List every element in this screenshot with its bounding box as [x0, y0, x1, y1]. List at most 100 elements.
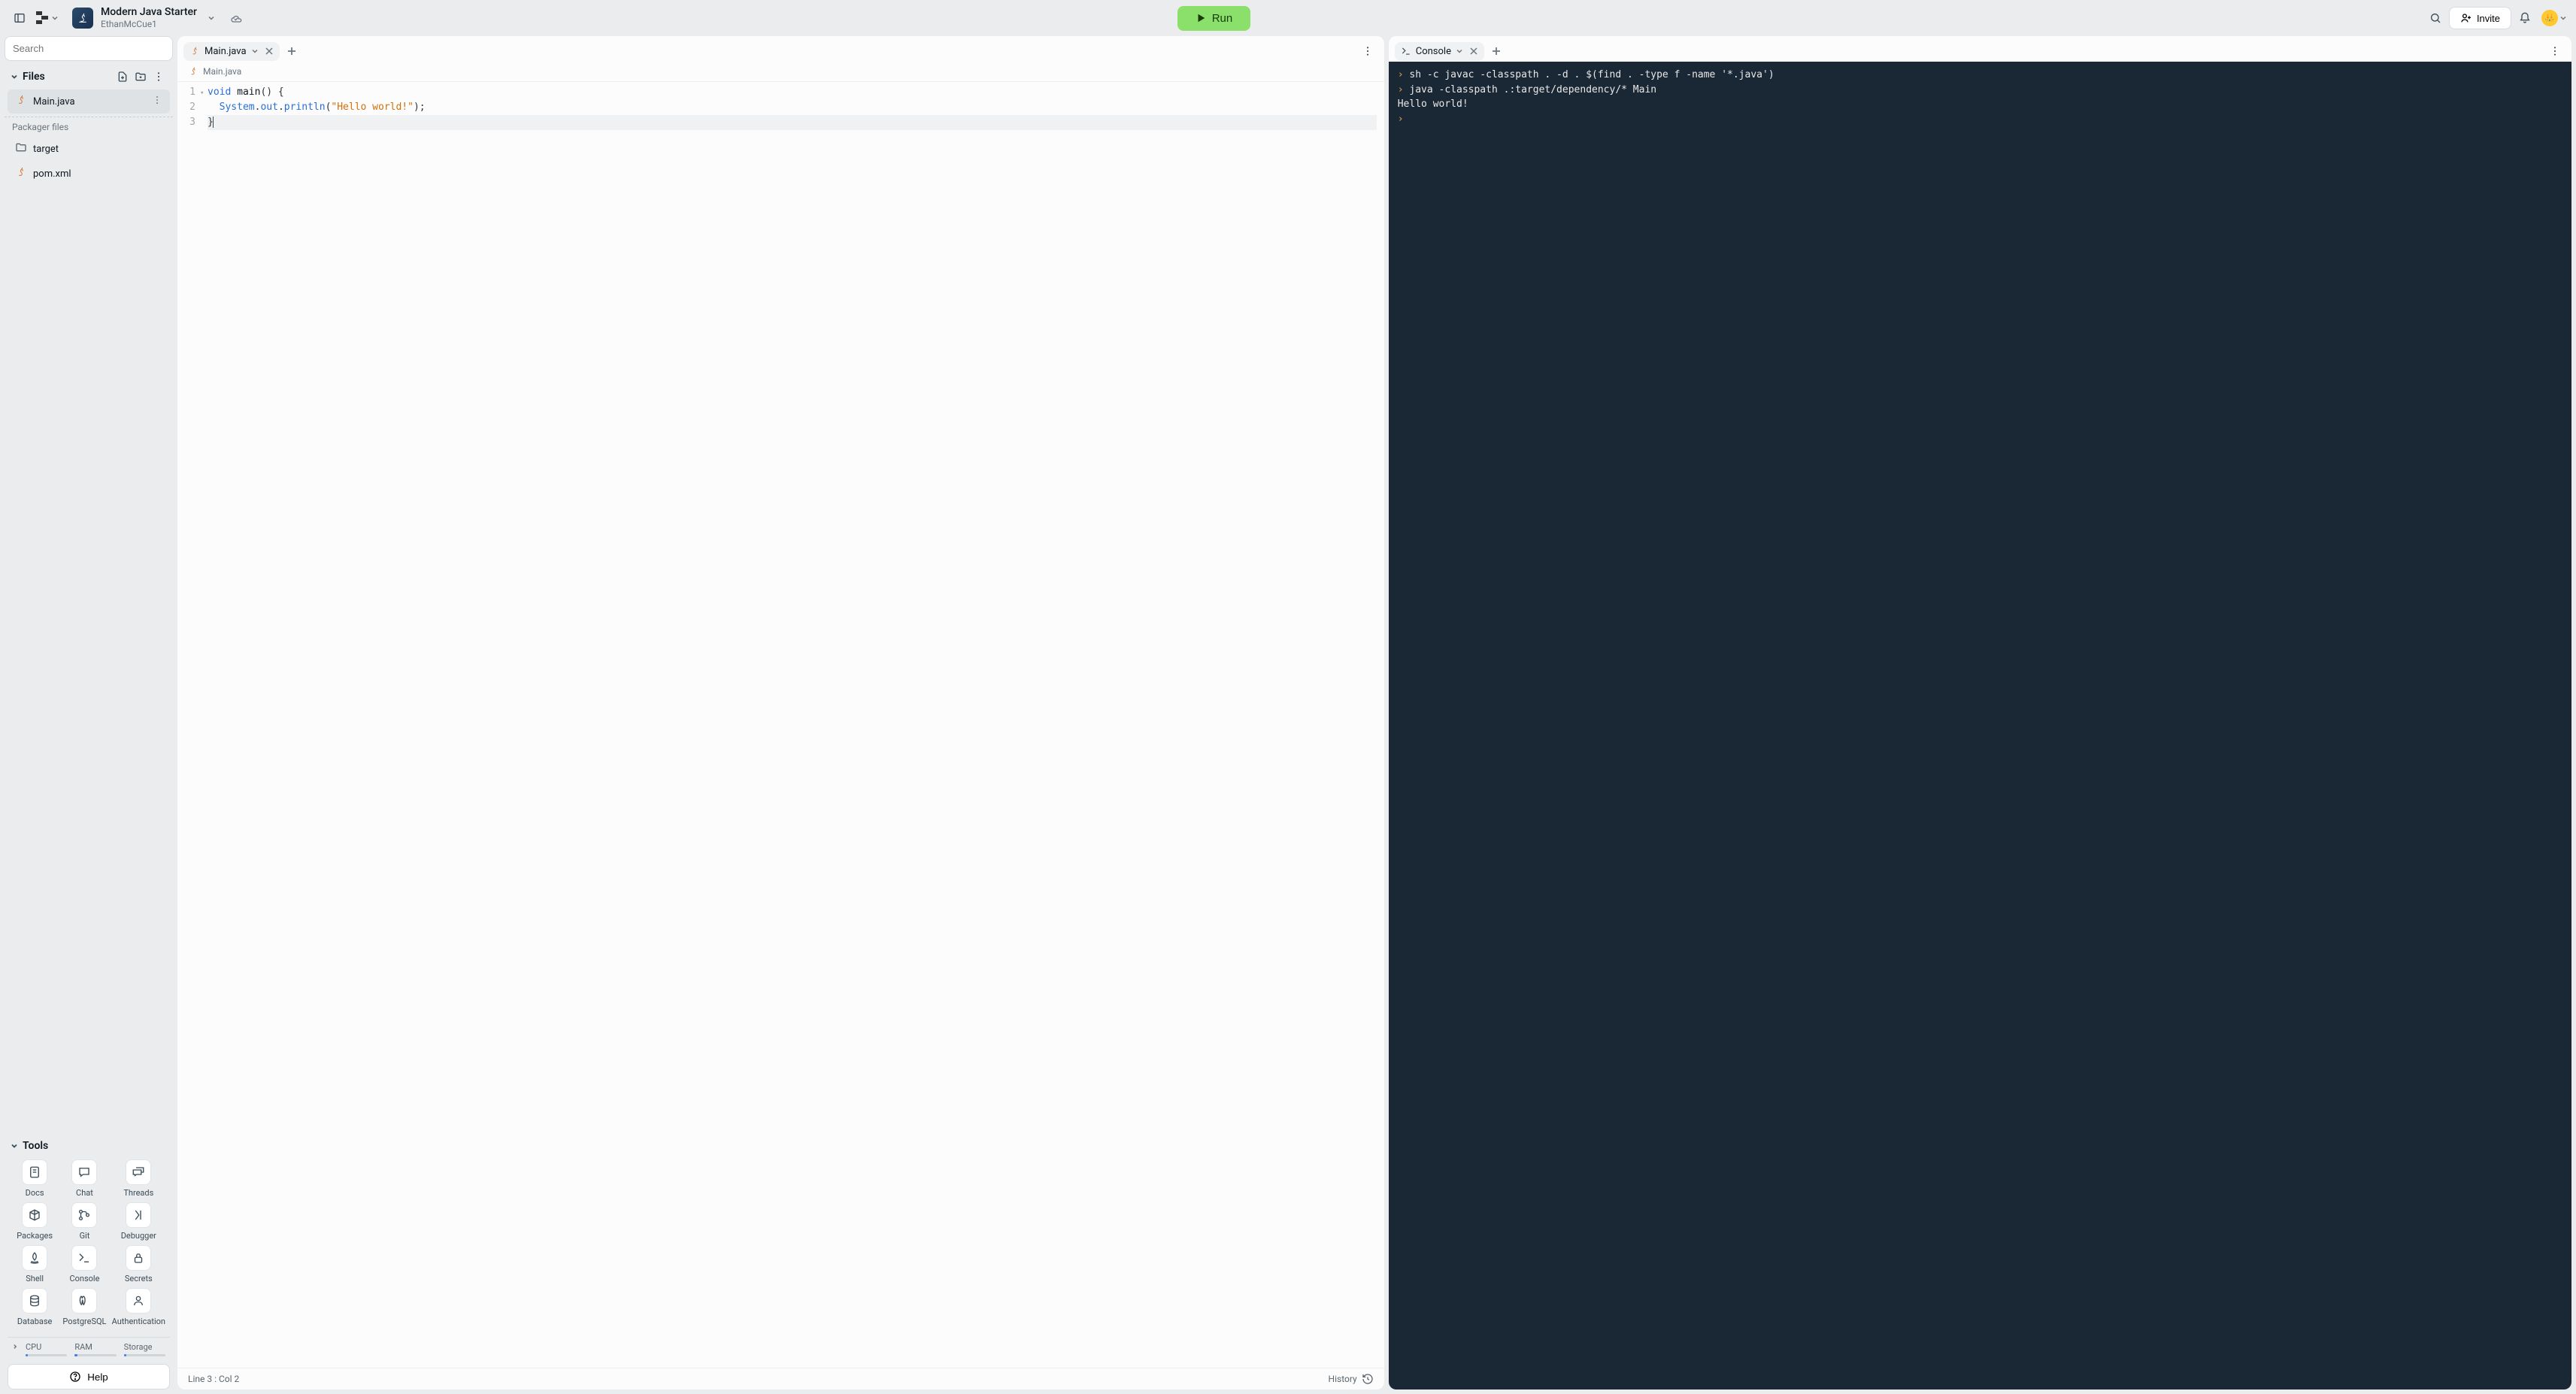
tool-label: Console — [69, 1274, 99, 1283]
java-file-icon — [189, 46, 200, 56]
files-more-button[interactable] — [150, 68, 167, 85]
tool-label: Shell — [26, 1274, 44, 1283]
app-logo[interactable] — [36, 11, 59, 25]
resource-storage: Storage — [124, 1342, 165, 1356]
code-line[interactable]: } — [208, 115, 1377, 130]
java-file-icon — [15, 94, 27, 106]
project-selector[interactable]: Modern Java Starter EthanMcCue1 — [72, 6, 215, 29]
history-icon — [1362, 1373, 1374, 1385]
tool-debugger[interactable]: Debugger — [112, 1202, 165, 1241]
sidebar-search[interactable] — [5, 36, 173, 61]
help-label: Help — [87, 1371, 108, 1383]
tool-docs[interactable]: Docs — [12, 1159, 57, 1198]
more-vertical-icon — [1362, 45, 1374, 57]
console-icon — [71, 1245, 97, 1271]
file-item[interactable]: Main.java — [8, 89, 170, 114]
editor-tab[interactable]: Main.java — [183, 42, 280, 61]
postgresql-icon — [71, 1288, 97, 1314]
user-avatar-icon: 👑 — [2541, 10, 2558, 26]
console-more-button[interactable] — [2544, 41, 2565, 62]
chevron-right-icon — [12, 1344, 18, 1350]
tool-secrets[interactable]: Secrets — [112, 1245, 165, 1283]
tool-auth[interactable]: Authentication — [112, 1288, 165, 1326]
tool-packages[interactable]: Packages — [12, 1202, 57, 1241]
search-button[interactable] — [2425, 8, 2446, 29]
files-section: Files Main.java Packager files targetpom… — [5, 64, 173, 186]
new-tab-button[interactable] — [283, 42, 301, 60]
play-icon — [1196, 13, 1206, 23]
breadcrumb[interactable]: Main.java — [177, 62, 1384, 82]
tool-label: Chat — [76, 1188, 93, 1198]
java-file-icon — [188, 66, 199, 77]
new-folder-button[interactable] — [132, 68, 149, 85]
sidebar: Files Main.java Packager files targetpom… — [5, 36, 173, 1389]
shell-icon — [22, 1245, 47, 1271]
chevron-down-icon — [51, 14, 59, 22]
new-tab-button[interactable] — [1487, 42, 1505, 60]
editor-tab-bar: Main.java — [177, 36, 1384, 62]
invite-button[interactable]: Invite — [2449, 7, 2511, 29]
resource-bar-fill — [74, 1354, 116, 1356]
tool-console[interactable]: Console — [62, 1245, 107, 1283]
new-folder-icon — [135, 71, 147, 83]
invite-icon — [2460, 12, 2472, 24]
tool-label: Database — [17, 1317, 52, 1326]
resource-bar-fill — [26, 1354, 67, 1356]
console-tab[interactable]: Console — [1395, 42, 1484, 61]
header: Modern Java Starter EthanMcCue1 Run Invi… — [0, 0, 2576, 36]
chevron-down-icon — [2559, 14, 2567, 22]
tool-label: Secrets — [125, 1274, 153, 1283]
chevron-down-icon[interactable] — [11, 1142, 18, 1150]
search-input[interactable] — [13, 43, 165, 54]
more-vertical-icon[interactable] — [152, 95, 162, 105]
file-item[interactable]: target — [8, 137, 170, 161]
tools-heading: Tools — [23, 1140, 167, 1152]
tools-section: Tools Docs Chat Threads Packages GitDebugger… — [5, 1135, 173, 1329]
editor-tab-label: Main.java — [205, 46, 247, 57]
code-editor[interactable]: 123 ▾void main() { System.out.println("H… — [177, 82, 1384, 1368]
new-file-button[interactable] — [114, 68, 131, 85]
chat-icon — [71, 1159, 97, 1185]
resource-ram: RAM — [74, 1342, 116, 1356]
code-line[interactable]: ▾void main() { — [208, 85, 1377, 100]
line-gutter: 123 — [177, 82, 203, 1368]
console-tab-label: Console — [1416, 46, 1451, 57]
console-pane: Console › sh -c javac -classpath . -d . … — [1389, 36, 2571, 1389]
terminal-icon — [1401, 46, 1411, 56]
editor-more-button[interactable] — [1357, 41, 1378, 62]
chevron-down-icon[interactable] — [11, 73, 18, 80]
close-tab-button[interactable] — [265, 47, 274, 56]
resource-cpu: CPU — [26, 1342, 67, 1356]
tool-postgresql[interactable]: PostgreSQL — [62, 1288, 107, 1326]
tool-label: Docs — [26, 1188, 44, 1198]
java-file-icon — [15, 166, 27, 178]
chevron-down-icon[interactable] — [251, 47, 259, 55]
resource-bar[interactable]: CPU RAM Storage — [8, 1337, 170, 1356]
resource-label: RAM — [74, 1342, 116, 1352]
notifications-button[interactable] — [2514, 8, 2535, 29]
close-tab-button[interactable] — [1469, 47, 1478, 56]
tool-chat[interactable]: Chat — [62, 1159, 107, 1198]
file-name: target — [33, 144, 59, 155]
help-button[interactable]: Help — [8, 1364, 170, 1389]
file-item[interactable]: pom.xml — [8, 162, 170, 186]
project-owner: EthanMcCue1 — [101, 19, 197, 29]
tool-label: Authentication — [112, 1317, 165, 1326]
tool-label: Packages — [17, 1231, 53, 1241]
history-button[interactable]: History — [1329, 1373, 1374, 1385]
toggle-sidebar-button[interactable] — [9, 8, 30, 29]
console-line: › — [1398, 112, 2562, 127]
tool-threads[interactable]: Threads — [112, 1159, 165, 1198]
console-output[interactable]: › sh -c javac -classpath . -d . $(find .… — [1389, 62, 2571, 1389]
sync-status-icon[interactable] — [226, 8, 247, 29]
tool-database[interactable]: Database — [12, 1288, 57, 1326]
user-menu[interactable]: 👑 — [2541, 10, 2567, 26]
secrets-icon — [126, 1245, 151, 1271]
tool-shell[interactable]: Shell — [12, 1245, 57, 1283]
run-button[interactable]: Run — [1177, 6, 1251, 31]
tool-git[interactable]: Git — [62, 1202, 107, 1241]
console-tab-bar: Console — [1389, 36, 2571, 62]
code-line[interactable]: System.out.println("Hello world!"); — [208, 100, 1377, 115]
replit-logo-icon — [36, 11, 50, 25]
chevron-down-icon[interactable] — [1456, 47, 1463, 55]
